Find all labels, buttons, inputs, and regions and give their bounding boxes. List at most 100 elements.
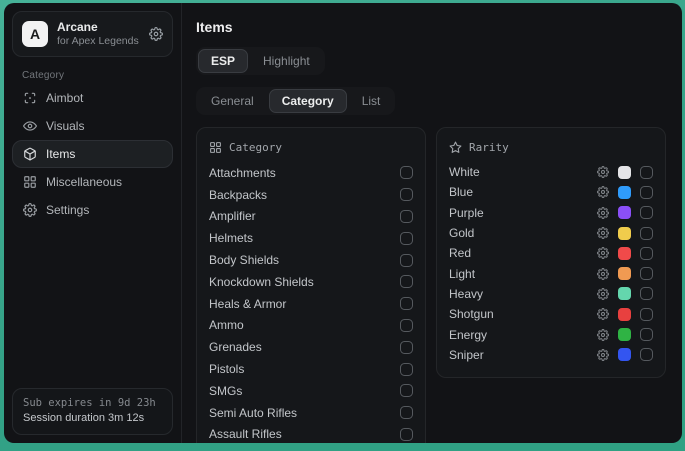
rarity-row-controls	[597, 186, 653, 199]
category-row: Grenades	[209, 336, 413, 358]
rarity-row-controls	[597, 206, 653, 219]
category-row-label: Pistols	[209, 362, 244, 376]
gear-icon[interactable]	[597, 268, 609, 280]
gear-icon[interactable]	[597, 207, 609, 219]
mode-tabs: ESPHighlight	[196, 47, 325, 75]
checkbox[interactable]	[640, 227, 653, 240]
gear-icon[interactable]	[597, 288, 609, 300]
rarity-row-controls	[597, 227, 653, 240]
tab-category[interactable]: Category	[269, 89, 347, 113]
checkbox[interactable]	[400, 428, 413, 441]
checkbox[interactable]	[400, 297, 413, 310]
color-swatch[interactable]	[618, 166, 631, 179]
color-swatch[interactable]	[618, 206, 631, 219]
checkbox[interactable]	[400, 166, 413, 179]
gear-icon[interactable]	[597, 308, 609, 320]
color-swatch[interactable]	[618, 348, 631, 361]
rarity-row-label: Heavy	[449, 287, 483, 301]
box-icon	[23, 147, 37, 161]
color-swatch[interactable]	[618, 247, 631, 260]
checkbox[interactable]	[640, 166, 653, 179]
color-swatch[interactable]	[618, 186, 631, 199]
sidebar-item-label: Items	[46, 147, 75, 161]
checkbox[interactable]	[640, 206, 653, 219]
category-panel-title: Category	[229, 141, 282, 154]
checkbox[interactable]	[400, 275, 413, 288]
category-row: Helmets	[209, 227, 413, 249]
sidebar-item-aimbot[interactable]: Aimbot	[12, 84, 173, 112]
checkbox[interactable]	[640, 348, 653, 361]
panels-row: Category AttachmentsBackpacksAmplifierHe…	[196, 127, 666, 443]
checkbox[interactable]	[400, 384, 413, 397]
category-row-label: Attachments	[209, 166, 276, 180]
rarity-row: Purple	[449, 203, 653, 223]
grid-small-icon	[209, 141, 222, 154]
checkbox[interactable]	[400, 341, 413, 354]
color-swatch[interactable]	[618, 267, 631, 280]
rarity-panel: Rarity WhiteBluePurpleGoldRedLightHeavyS…	[436, 127, 666, 378]
rarity-row-label: Purple	[449, 206, 484, 220]
tab-general[interactable]: General	[198, 89, 267, 113]
rarity-panel-header: Rarity	[449, 137, 653, 157]
checkbox[interactable]	[640, 247, 653, 260]
rarity-row-label: White	[449, 165, 480, 179]
rarity-row-controls	[597, 348, 653, 361]
brand-subtitle: for Apex Legends	[57, 35, 140, 48]
category-row: Backpacks	[209, 184, 413, 206]
gear-icon[interactable]	[597, 349, 609, 361]
tab-list[interactable]: List	[349, 89, 394, 113]
category-row: Pistols	[209, 358, 413, 380]
grid-icon	[23, 175, 37, 189]
gear-icon[interactable]	[597, 227, 609, 239]
gear-icon[interactable]	[597, 166, 609, 178]
sidebar-item-visuals[interactable]: Visuals	[12, 112, 173, 140]
rarity-row-controls	[597, 247, 653, 260]
checkbox[interactable]	[400, 188, 413, 201]
rarity-row: Red	[449, 243, 653, 263]
checkbox[interactable]	[640, 267, 653, 280]
color-swatch[interactable]	[618, 287, 631, 300]
sidebar-item-miscellaneous[interactable]: Miscellaneous	[12, 168, 173, 196]
rarity-panel-title: Rarity	[469, 141, 509, 154]
sidebar-section-label: Category	[22, 70, 173, 81]
checkbox[interactable]	[400, 406, 413, 419]
tab-esp[interactable]: ESP	[198, 49, 248, 73]
sidebar-item-label: Miscellaneous	[46, 175, 122, 189]
checkbox[interactable]	[400, 363, 413, 376]
session-duration-text: Session duration 3m 12s	[23, 411, 162, 427]
gear-icon[interactable]	[597, 186, 609, 198]
checkbox[interactable]	[400, 254, 413, 267]
color-swatch[interactable]	[618, 227, 631, 240]
rarity-row-controls	[597, 308, 653, 321]
category-row-label: Helmets	[209, 231, 253, 245]
rarity-row: Blue	[449, 182, 653, 202]
checkbox[interactable]	[640, 287, 653, 300]
category-row: Attachments	[209, 162, 413, 184]
rarity-row: Light	[449, 263, 653, 283]
rarity-row-controls	[597, 287, 653, 300]
rarity-list: WhiteBluePurpleGoldRedLightHeavyShotgunE…	[449, 162, 653, 365]
checkbox[interactable]	[400, 210, 413, 223]
checkbox[interactable]	[400, 232, 413, 245]
sub-expires-text: Sub expires in 9d 23h	[23, 396, 162, 411]
category-row-label: Semi Auto Rifles	[209, 406, 297, 420]
brand-text: Arcane for Apex Legends	[57, 20, 140, 48]
checkbox[interactable]	[400, 319, 413, 332]
checkbox[interactable]	[640, 186, 653, 199]
tab-highlight[interactable]: Highlight	[250, 49, 323, 73]
color-swatch[interactable]	[618, 308, 631, 321]
gear-icon[interactable]	[597, 329, 609, 341]
sidebar-item-settings[interactable]: Settings	[12, 196, 173, 224]
sidebar: A Arcane for Apex Legends Category Aimbo…	[4, 3, 182, 443]
gear-icon[interactable]	[149, 27, 163, 41]
view-tabs: GeneralCategoryList	[196, 87, 395, 115]
subscription-status-card: Sub expires in 9d 23h Session duration 3…	[12, 388, 173, 435]
sidebar-item-items[interactable]: Items	[12, 140, 173, 168]
color-swatch[interactable]	[618, 328, 631, 341]
checkbox[interactable]	[640, 308, 653, 321]
checkbox[interactable]	[640, 328, 653, 341]
category-row: SMGs	[209, 380, 413, 402]
gear-icon[interactable]	[597, 247, 609, 259]
rarity-row-controls	[597, 328, 653, 341]
brand-logo: A	[22, 21, 48, 47]
